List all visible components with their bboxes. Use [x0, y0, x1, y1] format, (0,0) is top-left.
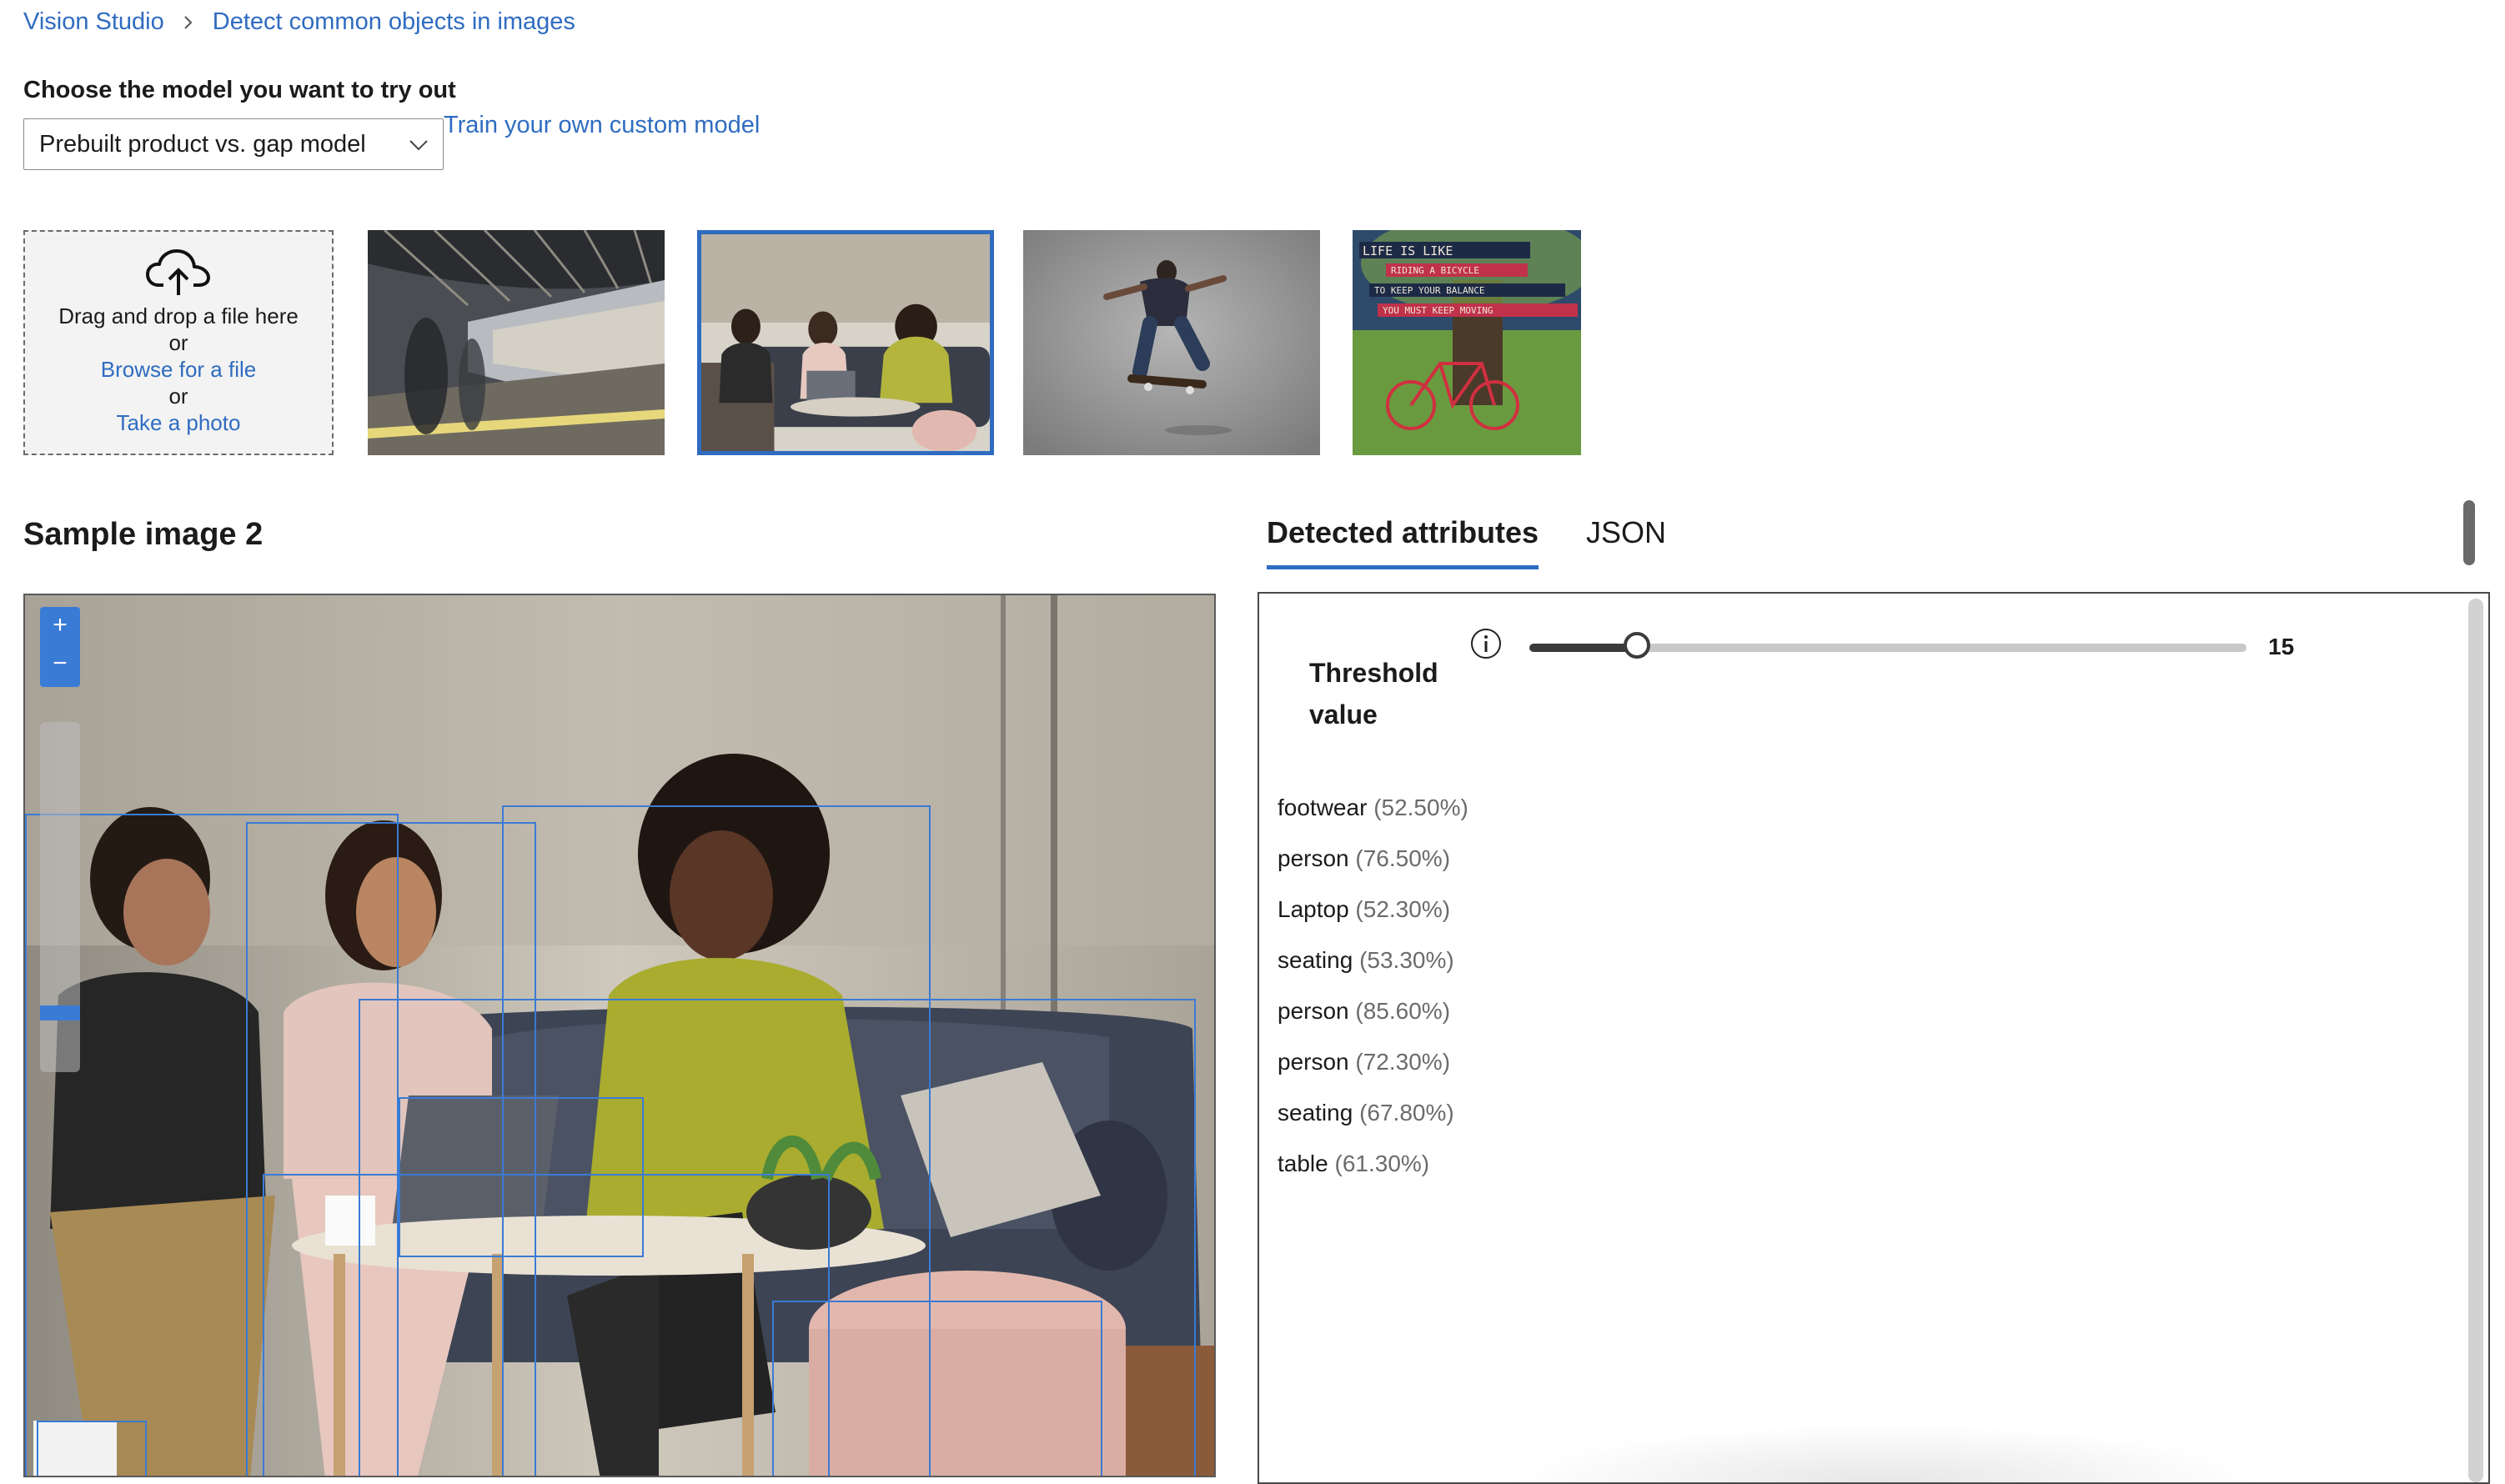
detection-label: person: [1278, 998, 1349, 1024]
browse-file-link[interactable]: Browse for a file: [25, 356, 332, 383]
threshold-slider-fill: [1529, 644, 1637, 652]
detection-confidence: (52.30%): [1355, 896, 1451, 922]
detection-confidence: (76.50%): [1355, 845, 1451, 871]
sample-thumbnail-1[interactable]: [368, 230, 665, 455]
image-viewer[interactable]: + −: [23, 594, 1216, 1477]
sample-thumbnail-3[interactable]: [1023, 230, 1320, 455]
detection-label: person: [1278, 845, 1349, 871]
train-custom-model-link[interactable]: Train your own custom model: [444, 112, 760, 139]
panel-scrollbar[interactable]: [2468, 599, 2483, 1482]
detection-label: Laptop: [1278, 896, 1349, 922]
detection-confidence: (85.60%): [1355, 998, 1451, 1024]
detection-label: footwear: [1278, 795, 1368, 820]
detection-label: table: [1278, 1151, 1328, 1176]
poster-text-line-2: RIDING A BICYCLE: [1391, 265, 1479, 276]
tab-detected-attributes[interactable]: Detected attributes: [1267, 515, 1539, 569]
file-drop-zone[interactable]: Drag and drop a file here or Browse for …: [23, 230, 334, 455]
panel-fade: [1509, 1424, 2260, 1482]
breadcrumb: Vision Studio Detect common objects in i…: [23, 8, 575, 36]
zoom-controls: + −: [40, 607, 80, 687]
detection-item: person (72.30%): [1278, 1036, 1468, 1087]
detection-item: person (85.60%): [1278, 985, 1468, 1036]
model-heading: Choose the model you want to try out: [23, 77, 456, 103]
tab-json[interactable]: JSON: [1586, 515, 1666, 550]
threshold-label: Threshold value: [1309, 658, 1438, 729]
detection-confidence: (72.30%): [1355, 1049, 1451, 1075]
bicycle-poster-image: LIFE IS LIKE RIDING A BICYCLE TO KEEP YO…: [1353, 230, 1581, 455]
detection-item: person (76.50%): [1278, 833, 1468, 884]
people-on-couch-image: [701, 234, 990, 451]
zoom-slider[interactable]: [40, 722, 80, 1072]
zoom-out-button[interactable]: −: [40, 645, 80, 684]
detected-attributes-panel: Threshold value 15 footwear (52.50%) pers…: [1258, 592, 2490, 1484]
detected-scene-image: [25, 595, 1214, 1476]
detection-confidence: (53.30%): [1359, 947, 1454, 973]
page-scrollbar-thumb[interactable]: [2463, 500, 2475, 565]
take-photo-link[interactable]: Take a photo: [25, 409, 332, 436]
detection-list: footwear (52.50%) person (76.50%) Laptop (…: [1278, 782, 1468, 1189]
or-text: or: [168, 330, 188, 355]
poster-text-line-3: TO KEEP YOUR BALANCE: [1374, 285, 1484, 296]
drag-drop-text: Drag and drop a file here: [58, 303, 299, 328]
detection-item: Laptop (52.30%): [1278, 884, 1468, 935]
subway-image: [368, 230, 665, 455]
chevron-down-icon: [409, 140, 428, 151]
threshold-slider-handle[interactable]: [1624, 632, 1650, 659]
or-text: or: [168, 384, 188, 409]
breadcrumb-vision-studio[interactable]: Vision Studio: [23, 8, 164, 36]
poster-text-line-4: YOU MUST KEEP MOVING: [1383, 305, 1493, 316]
zoom-in-button[interactable]: +: [40, 607, 80, 645]
poster-text-line-1: LIFE IS LIKE: [1363, 243, 1453, 258]
detection-label: seating: [1278, 1100, 1353, 1126]
threshold-slider[interactable]: [1529, 632, 2246, 659]
sample-image-title: Sample image 2: [23, 517, 264, 552]
skateboarder-image: [1023, 230, 1320, 455]
info-icon[interactable]: [1469, 627, 1503, 660]
detection-confidence: (67.80%): [1359, 1100, 1454, 1126]
detection-confidence: (52.50%): [1373, 795, 1468, 820]
detection-item: seating (67.80%): [1278, 1087, 1468, 1138]
cloud-upload-icon: [146, 249, 210, 295]
detection-item: seating (53.30%): [1278, 935, 1468, 985]
model-dropdown[interactable]: Prebuilt product vs. gap model: [23, 118, 444, 170]
chevron-right-icon: [184, 15, 193, 29]
detection-confidence: (61.30%): [1334, 1151, 1430, 1176]
breadcrumb-current-page[interactable]: Detect common objects in images: [213, 8, 575, 36]
detection-label: person: [1278, 1049, 1349, 1075]
detection-item: table (61.30%): [1278, 1138, 1468, 1189]
detection-item: footwear (52.50%): [1278, 782, 1468, 833]
model-dropdown-value: Prebuilt product vs. gap model: [39, 130, 366, 158]
sample-thumbnail-2[interactable]: [697, 230, 994, 455]
sample-thumbnail-4[interactable]: LIFE IS LIKE RIDING A BICYCLE TO KEEP YO…: [1353, 230, 1581, 455]
zoom-slider-thumb[interactable]: [40, 1005, 80, 1020]
threshold-value: 15: [2268, 634, 2295, 659]
detection-label: seating: [1278, 947, 1353, 973]
